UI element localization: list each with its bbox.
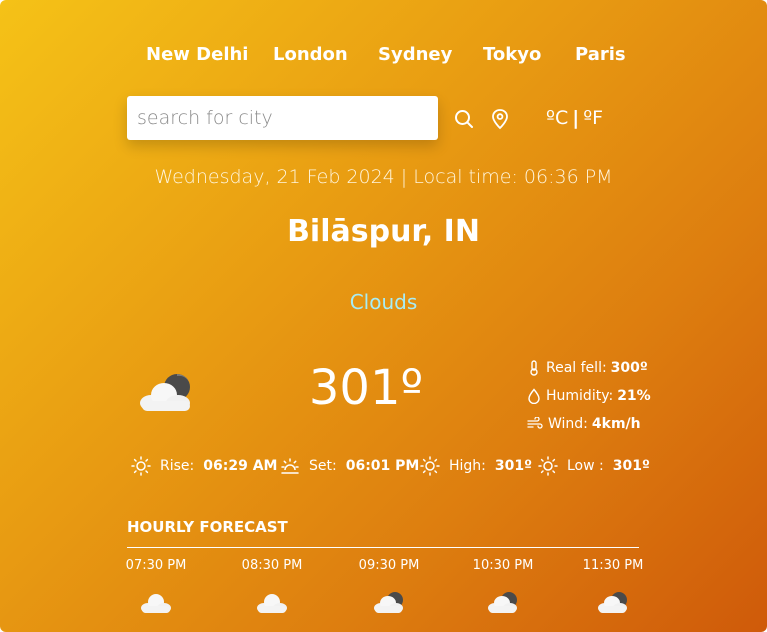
- city-link-london[interactable]: London: [273, 44, 348, 65]
- sun-icon: [420, 456, 440, 476]
- real-feel-row: Real fell: 300º: [527, 354, 667, 382]
- hourly-divider: [127, 547, 639, 548]
- wind-value: 4km/h: [591, 416, 641, 432]
- search-icon[interactable]: [453, 108, 475, 130]
- current-temperature: 301º: [308, 360, 424, 416]
- droplet-icon: [528, 388, 540, 404]
- sunset-stat: Set: 06:01 PM: [280, 456, 419, 476]
- fahrenheit-button[interactable]: ºF: [583, 107, 603, 129]
- sunset-label: Set:: [309, 458, 337, 474]
- hourly-item: 10:30 PM: [458, 558, 548, 615]
- humidity-row: Humidity: 21%: [527, 382, 667, 410]
- city-link-tokyo[interactable]: Tokyo: [483, 44, 541, 65]
- unit-toggle: ºC | ºF: [546, 107, 603, 129]
- city-link-new-delhi[interactable]: New Delhi: [146, 44, 248, 65]
- cloud-night-icon: [488, 592, 517, 613]
- cloud-icon: [141, 594, 171, 613]
- hourly-time: 08:30 PM: [241, 558, 303, 573]
- sun-icon: [538, 456, 558, 476]
- celsius-button[interactable]: ºC: [546, 107, 568, 129]
- sunset-value: 06:01 PM: [345, 458, 420, 474]
- hourly-item: 07:30 PM: [111, 558, 201, 615]
- sunrise-stat: Rise: 06:29 AM: [131, 456, 277, 476]
- cloud-night-icon: [137, 370, 197, 414]
- city-link-paris[interactable]: Paris: [575, 44, 626, 65]
- city-nav: New Delhi London Sydney Tokyo Paris: [0, 44, 767, 72]
- sunrise-value: 06:29 AM: [203, 458, 278, 474]
- hourly-time: 07:30 PM: [125, 558, 187, 573]
- wind-icon: [527, 417, 543, 429]
- date-time-text: Wednesday, 21 Feb 2024 | Local time: 06:…: [154, 166, 613, 188]
- hourly-item: 08:30 PM: [227, 558, 317, 615]
- unit-separator: |: [572, 107, 580, 129]
- cloud-icon: [257, 594, 287, 613]
- sunset-icon: [281, 458, 299, 474]
- location-pin-icon[interactable]: [489, 108, 511, 130]
- cloud-night-icon: [374, 592, 403, 613]
- hourly-time: 10:30 PM: [472, 558, 534, 573]
- weather-details: Real fell: 300º Humidity: 21% Wind: 4km/…: [527, 354, 667, 438]
- real-feel-value: 300º: [610, 360, 648, 376]
- location-title: Bilāspur, IN: [287, 214, 480, 249]
- weather-condition: Clouds: [349, 290, 418, 314]
- thermometer-icon: [530, 360, 538, 376]
- low-temp-stat: Low : 301º: [538, 456, 650, 476]
- humidity-value: 21%: [617, 388, 651, 404]
- wind-label: Wind:: [548, 416, 588, 432]
- hourly-item: 11:30 PM: [568, 558, 658, 615]
- search-box: [127, 96, 438, 140]
- high-temp-value: 301º: [494, 458, 533, 474]
- wind-row: Wind: 4km/h: [527, 410, 667, 438]
- hourly-time: 11:30 PM: [582, 558, 644, 573]
- sun-icon: [131, 456, 151, 476]
- sun-stats-row: Rise: 06:29 AM Set: 06:01 PM High: 301º …: [128, 456, 668, 480]
- humidity-label: Humidity:: [546, 388, 614, 404]
- hourly-forecast-title: HOURLY FORECAST: [127, 518, 288, 536]
- low-temp-label: Low :: [567, 458, 604, 474]
- real-feel-label: Real fell:: [546, 360, 607, 376]
- city-link-sydney[interactable]: Sydney: [378, 44, 452, 65]
- low-temp-value: 301º: [612, 458, 650, 474]
- high-temp-label: High:: [449, 458, 486, 474]
- high-temp-stat: High: 301º: [420, 456, 532, 476]
- search-input[interactable]: [135, 106, 430, 130]
- weather-app: New Delhi London Sydney Tokyo Paris ºC|º…: [0, 0, 767, 632]
- hourly-time: 09:30 PM: [358, 558, 420, 573]
- hourly-item: 09:30 PM: [344, 558, 434, 615]
- sunrise-label: Rise:: [160, 458, 195, 474]
- cloud-night-icon: [598, 592, 627, 613]
